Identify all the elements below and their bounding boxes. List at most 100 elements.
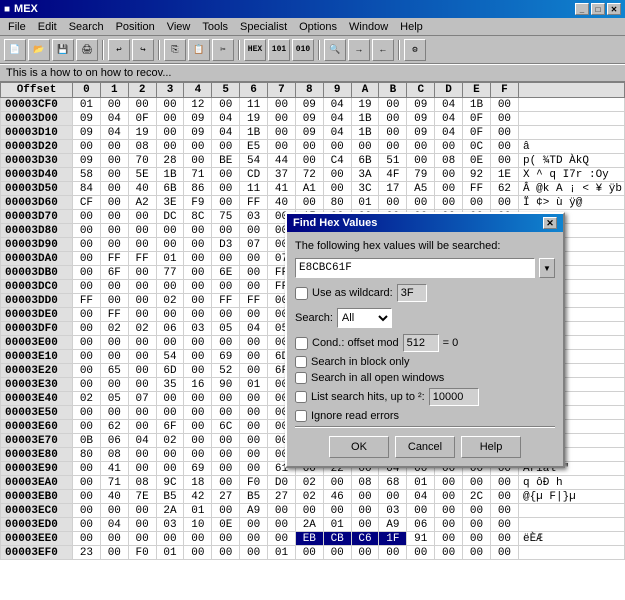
hex-cell[interactable]: 0F (463, 126, 491, 140)
hex-cell[interactable]: 00 (268, 126, 296, 140)
hex-cell[interactable]: 00 (212, 252, 240, 266)
hex-cell[interactable]: 00 (73, 364, 101, 378)
hex-cell[interactable]: 1B (463, 98, 491, 112)
hex-cell[interactable]: EB (295, 532, 323, 546)
paste-button[interactable]: 📋 (188, 39, 210, 61)
hex-cell[interactable]: 00 (407, 196, 435, 210)
hex-cell[interactable]: 00 (100, 378, 128, 392)
hex-cell[interactable]: E5 (240, 140, 268, 154)
hex-cell[interactable]: 00 (490, 126, 518, 140)
hex-cell[interactable]: 00 (156, 462, 184, 476)
hex-cell[interactable]: 00 (379, 126, 407, 140)
hex-cell[interactable]: 00 (435, 196, 463, 210)
hex-cell[interactable]: 00 (128, 462, 156, 476)
hex-cell[interactable]: 01 (351, 196, 379, 210)
hex-cell[interactable]: 16 (184, 378, 212, 392)
hex-cell[interactable]: 92 (463, 168, 491, 182)
hex-cell[interactable]: 00 (156, 392, 184, 406)
hex-cell[interactable]: 00 (490, 546, 518, 560)
hex-cell[interactable]: 1B (156, 168, 184, 182)
hex-cell[interactable]: 00 (435, 476, 463, 490)
hex-cell[interactable]: 00 (100, 154, 128, 168)
hex-cell[interactable]: 84 (73, 182, 101, 196)
hex-cell[interactable]: 00 (128, 224, 156, 238)
hex-cell[interactable]: 00 (490, 532, 518, 546)
hex-cell[interactable]: 00 (128, 210, 156, 224)
menu-specialist[interactable]: Specialist (234, 20, 293, 34)
hex-cell[interactable]: 00 (212, 280, 240, 294)
hex2-button[interactable]: 010 (292, 39, 314, 61)
hex-cell[interactable]: F9 (184, 196, 212, 210)
list-hits-input[interactable] (429, 388, 479, 406)
hex-cell[interactable]: BE (212, 154, 240, 168)
hex-cell[interactable]: 00 (351, 546, 379, 560)
hex-cell[interactable]: 00 (240, 448, 268, 462)
list-hits-checkbox[interactable] (295, 391, 307, 403)
hex-cell[interactable]: 00 (100, 224, 128, 238)
hex-cell[interactable]: 6F (100, 266, 128, 280)
hex-cell[interactable]: 00 (128, 518, 156, 532)
hex-cell[interactable]: A9 (240, 504, 268, 518)
hex-cell[interactable]: 00 (490, 504, 518, 518)
hex-cell[interactable]: 40 (128, 182, 156, 196)
hex-cell[interactable]: 09 (73, 112, 101, 126)
hex-cell[interactable]: 00 (73, 224, 101, 238)
hex-cell[interactable]: 40 (268, 196, 296, 210)
hex-cell[interactable]: 4F (379, 168, 407, 182)
hex-cell[interactable]: 27 (268, 490, 296, 504)
hex-cell[interactable]: 04 (435, 98, 463, 112)
hex-cell[interactable]: 09 (407, 98, 435, 112)
hex-cell[interactable]: 00 (295, 154, 323, 168)
hex-cell[interactable]: 1B (351, 126, 379, 140)
hex-cell[interactable]: 00 (295, 196, 323, 210)
hex-cell[interactable]: CF (73, 196, 101, 210)
hex-cell[interactable]: 77 (156, 266, 184, 280)
hex-cell[interactable]: 90 (212, 378, 240, 392)
hex-cell[interactable]: 00 (128, 336, 156, 350)
hex-cell[interactable]: 00 (240, 336, 268, 350)
hex-cell[interactable]: 00 (435, 504, 463, 518)
hex-cell[interactable]: 03 (156, 518, 184, 532)
hex-cell[interactable]: 72 (295, 168, 323, 182)
hex-cell[interactable]: FF (73, 294, 101, 308)
hex-cell[interactable]: 00 (240, 280, 268, 294)
hex-cell[interactable]: 00 (351, 490, 379, 504)
hex-cell[interactable]: 69 (212, 350, 240, 364)
menu-view[interactable]: View (161, 20, 197, 34)
hex-cell[interactable]: 00 (323, 476, 351, 490)
hex-cell[interactable]: 00 (128, 350, 156, 364)
hex-cell[interactable]: 00 (212, 182, 240, 196)
hex-cell[interactable]: FF (100, 252, 128, 266)
hex-cell[interactable]: 04 (323, 98, 351, 112)
hex-cell[interactable]: 12 (184, 98, 212, 112)
hex-cell[interactable]: 00 (100, 280, 128, 294)
hex-cell[interactable]: 10 (184, 518, 212, 532)
hex-cell[interactable]: FF (212, 294, 240, 308)
hex-cell[interactable]: 40 (100, 490, 128, 504)
hex-cell[interactable]: 00 (156, 238, 184, 252)
hex-cell[interactable]: 00 (73, 504, 101, 518)
hex-cell[interactable]: 8C (184, 210, 212, 224)
hex-cell[interactable]: 00 (73, 420, 101, 434)
wildcard-value-input[interactable] (397, 284, 427, 302)
hex-cell[interactable]: 04 (435, 112, 463, 126)
hex-cell[interactable]: 04 (100, 518, 128, 532)
hex-cell[interactable]: D3 (212, 238, 240, 252)
hex-cell[interactable]: 00 (351, 140, 379, 154)
hex-cell[interactable]: C4 (323, 154, 351, 168)
hex-cell[interactable]: FF (240, 196, 268, 210)
hex-cell[interactable]: 09 (295, 126, 323, 140)
cancel-button[interactable]: Cancel (395, 436, 455, 458)
hex-cell[interactable]: 1B (240, 126, 268, 140)
hex-cell[interactable]: 00 (184, 224, 212, 238)
hex-cell[interactable]: 00 (295, 140, 323, 154)
hex-cell[interactable]: 00 (212, 392, 240, 406)
hex-cell[interactable]: 00 (212, 336, 240, 350)
hex-cell[interactable]: 00 (100, 182, 128, 196)
hex-cell[interactable]: 08 (128, 476, 156, 490)
hex-cell[interactable]: 02 (128, 322, 156, 336)
hex-cell[interactable]: 05 (212, 322, 240, 336)
hex-cell[interactable]: 00 (490, 196, 518, 210)
hex-cell[interactable]: 00 (184, 336, 212, 350)
hex-cell[interactable]: 00 (128, 294, 156, 308)
